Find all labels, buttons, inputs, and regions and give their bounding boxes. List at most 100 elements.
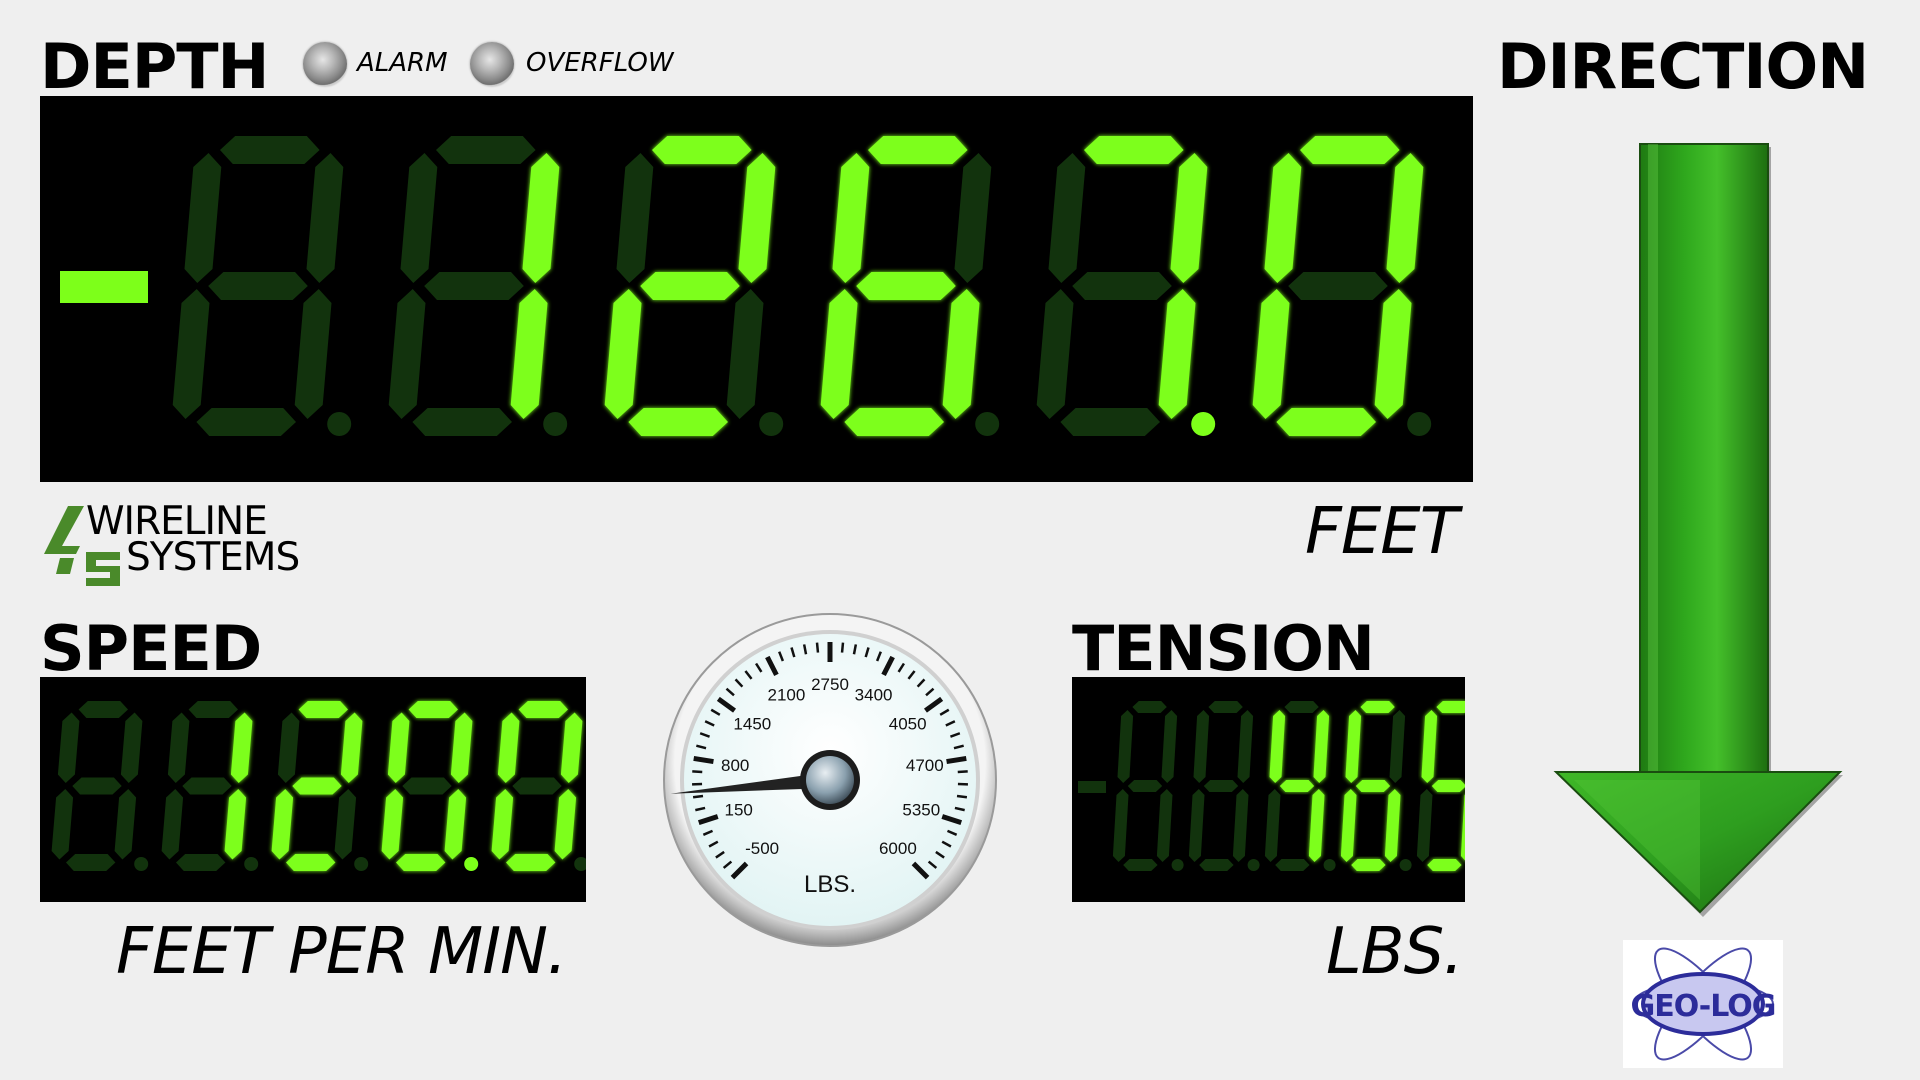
segment-a — [1208, 701, 1243, 713]
segment-f — [832, 153, 870, 283]
speed-seven-segment — [51, 701, 586, 871]
tension-digit — [1112, 701, 1184, 871]
tension-digit — [1340, 701, 1412, 871]
gauge-minor-tick — [840, 642, 845, 653]
gauge-tick-label: 4050 — [889, 715, 927, 734]
segment-c — [114, 789, 137, 860]
depth-title: DEPTH — [40, 30, 269, 103]
segment-f — [167, 712, 190, 783]
segment-d — [1427, 859, 1462, 871]
gauge-tick-label: 4700 — [906, 756, 944, 775]
gauge-tick-label: 6000 — [879, 839, 917, 858]
depth-digit — [604, 136, 784, 436]
segment-a — [868, 136, 968, 164]
direction-title: DIRECTION — [1497, 30, 1869, 103]
gauge-minor-tick — [957, 770, 968, 774]
tension-seven-segment — [1078, 701, 1465, 871]
direction-arrow — [1550, 140, 1850, 920]
gauge-unit-label: LBS. — [804, 871, 856, 898]
tension-unit: LBS. — [1326, 915, 1464, 989]
segment-c — [1384, 789, 1401, 862]
depth-sign-segment — [60, 271, 148, 303]
tension-display — [1072, 677, 1465, 902]
gauge-tick-label: 2750 — [811, 675, 849, 694]
segment-f — [1421, 710, 1438, 783]
segment-a — [652, 136, 752, 164]
segment-b — [230, 712, 253, 783]
segment-a — [1300, 136, 1400, 164]
segment-f — [1269, 710, 1286, 783]
speed-digit — [51, 701, 149, 871]
segment-b — [560, 712, 583, 783]
segment-g — [856, 272, 956, 300]
segment-g — [72, 777, 122, 795]
segment-f — [1264, 153, 1302, 283]
segment-b — [1313, 710, 1330, 783]
segment-c — [942, 289, 980, 419]
segment-a — [1132, 701, 1167, 713]
segment-d — [1276, 408, 1376, 436]
overflow-label: OVERFLOW — [526, 48, 674, 78]
segment-b — [1386, 153, 1424, 283]
decimal-point — [975, 412, 1000, 436]
tension-sign-segment — [1078, 781, 1106, 793]
segment-d — [412, 408, 512, 436]
depth-seven-segment — [60, 136, 1432, 436]
gauge-minor-tick — [692, 770, 703, 774]
segment-b — [1161, 710, 1178, 783]
segment-a — [436, 136, 536, 164]
segment-c — [334, 789, 357, 860]
decimal-point — [327, 412, 352, 436]
decimal-point — [244, 857, 259, 871]
segment-g — [292, 777, 342, 795]
tension-gauge: -500 150 800 1450 2100 2750 3400 4050 4700 5350 60… — [660, 610, 1000, 950]
segment-c — [510, 289, 548, 419]
decimal-point — [1407, 412, 1432, 436]
segment-d — [196, 408, 296, 436]
segment-b — [120, 712, 143, 783]
segment-e — [1112, 789, 1129, 862]
decimal-point — [1399, 859, 1412, 871]
gauge-hub — [806, 756, 854, 804]
segment-c — [224, 789, 247, 860]
segment-f — [400, 153, 438, 283]
gauge-tick-label: 800 — [721, 756, 749, 775]
decimal-point — [543, 412, 568, 436]
depth-display — [40, 96, 1473, 482]
gauge-tick-label: 5350 — [902, 801, 940, 820]
segment-b — [306, 153, 344, 283]
segment-d — [628, 408, 728, 436]
segment-a — [298, 701, 348, 718]
gauge-dial: -500 150 800 1450 2100 2750 3400 4050 4700 5350 60… — [663, 613, 997, 947]
decimal-point — [464, 857, 479, 871]
gauge-minor-tick — [956, 794, 968, 799]
segment-f — [1345, 710, 1362, 783]
segment-d — [1199, 859, 1234, 871]
gauge-tick-label: 1450 — [733, 715, 771, 734]
segment-b — [340, 712, 363, 783]
segment-g — [402, 777, 452, 795]
down-arrow-icon — [1553, 143, 1843, 917]
segment-f — [277, 712, 300, 783]
gauge-tick-label: -500 — [745, 839, 779, 858]
segment-c — [1308, 789, 1325, 862]
depth-digit — [1036, 136, 1216, 436]
segment-c — [1156, 789, 1173, 862]
decimal-point — [1323, 859, 1336, 871]
segment-e — [604, 289, 642, 419]
segment-a — [1284, 701, 1319, 713]
gauge-minor-tick — [815, 642, 820, 653]
segment-g — [640, 272, 740, 300]
segment-b — [1389, 710, 1406, 783]
segment-e — [1416, 789, 1433, 862]
speed-title: SPEED — [40, 612, 262, 685]
depth-digit — [388, 136, 568, 436]
segment-e — [381, 789, 404, 860]
speed-digit — [271, 701, 369, 871]
segment-c — [1232, 789, 1249, 862]
segment-d — [66, 854, 116, 871]
segment-f — [1048, 153, 1086, 283]
segment-f — [184, 153, 222, 283]
segment-c — [1374, 289, 1412, 419]
alarm-label: ALARM — [357, 48, 448, 78]
